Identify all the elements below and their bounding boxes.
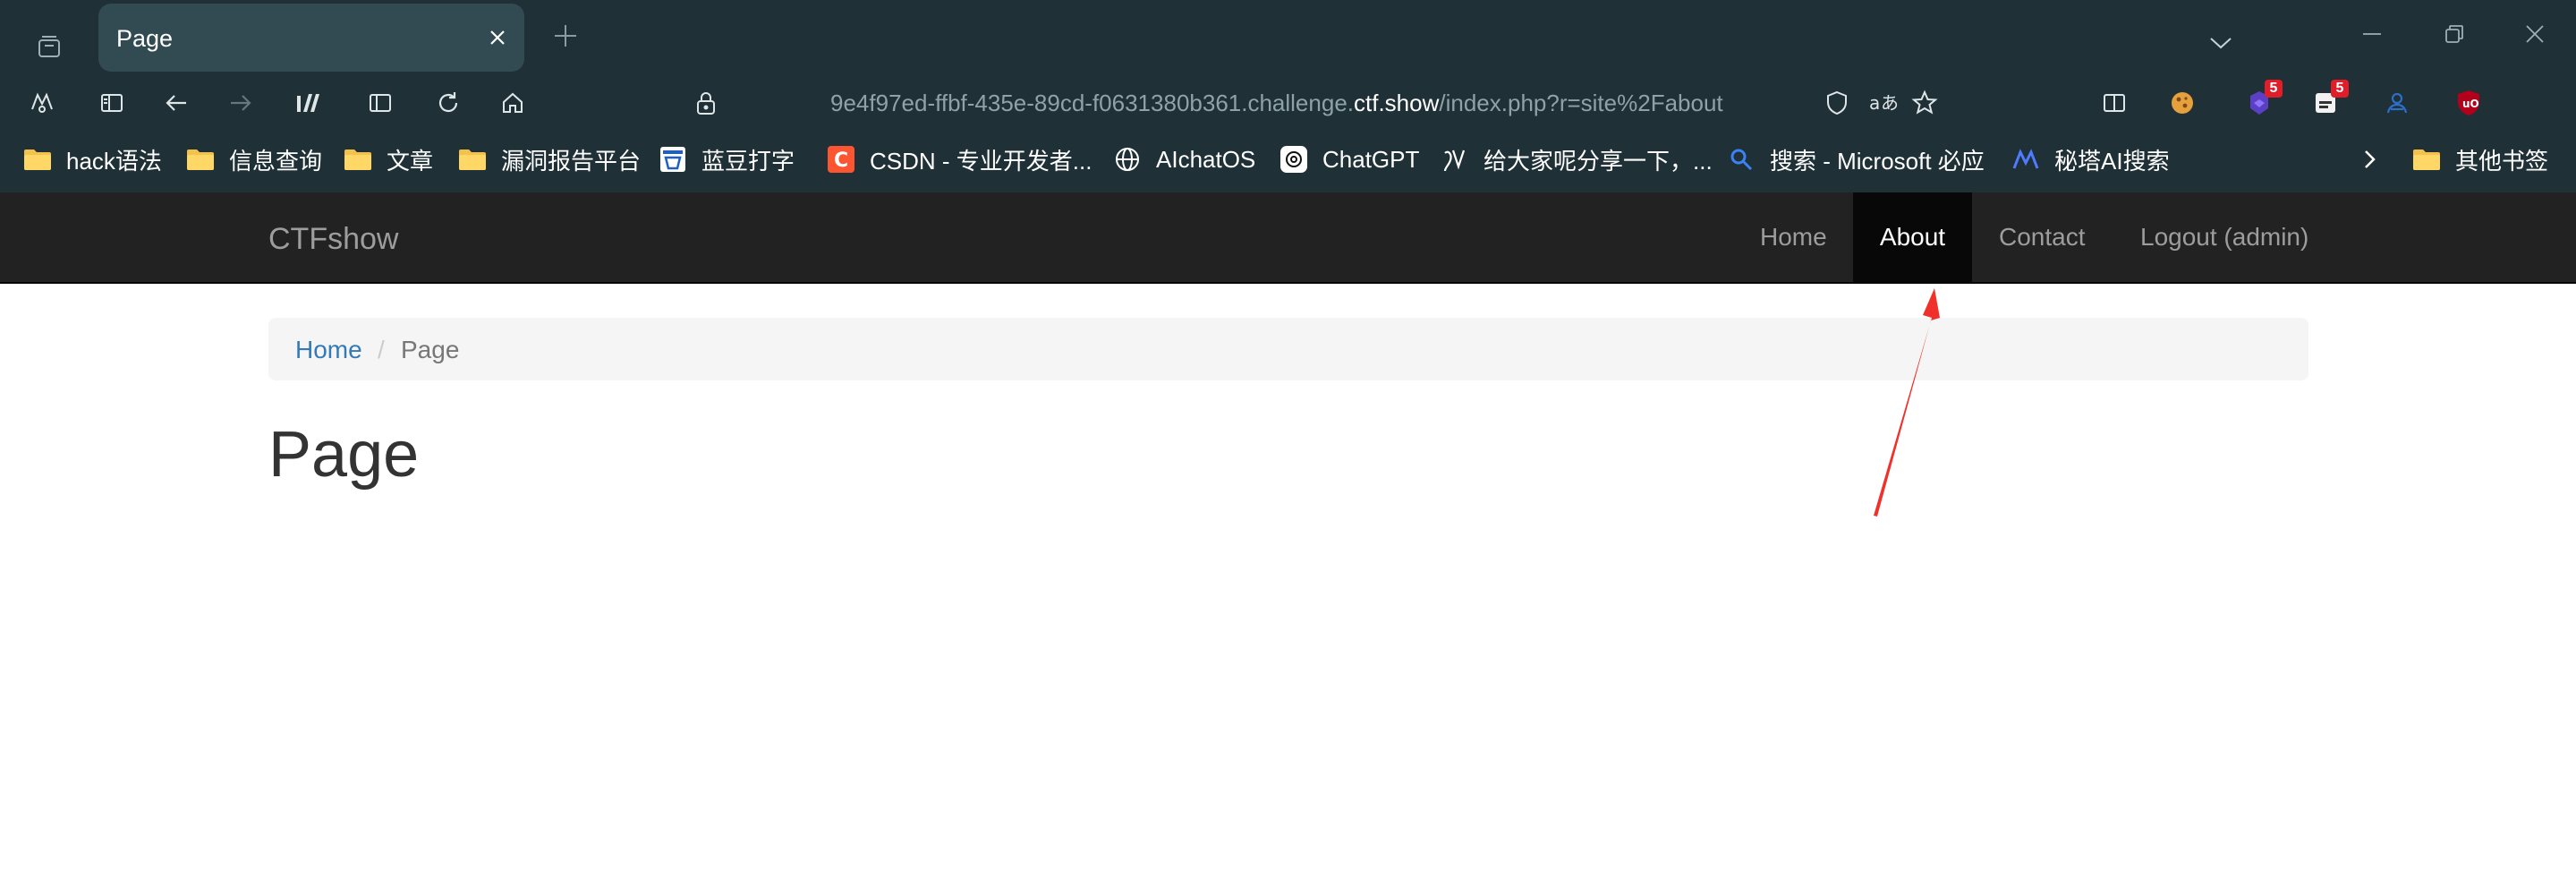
folder-icon — [2410, 143, 2443, 175]
bookmark-label: CSDN - 专业开发者... — [870, 147, 1092, 175]
restore-icon[interactable] — [2439, 18, 2470, 50]
site-navbar: CTFshow Home About Contact Logout (admin… — [0, 192, 2576, 284]
close-tab-icon[interactable] — [483, 23, 512, 52]
bookmark-label: 文章 — [387, 147, 434, 175]
bookmark-lanbo[interactable]: 蓝豆打字 — [657, 140, 795, 179]
svg-text:C: C — [834, 149, 848, 172]
bookmark-share[interactable]: 给大家呢分享一下，... — [1439, 140, 1713, 179]
bookmarks-bar: hack语法 信息查询 文章 漏洞报告平台 蓝豆打字 C CSDN - 专业开发… — [0, 131, 2576, 188]
refresh-icon[interactable] — [428, 82, 469, 124]
bookmark-csdn[interactable]: C CSDN - 专业开发者... — [825, 140, 1092, 179]
bookmark-bing[interactable]: 搜索 - Microsoft 必应 — [1725, 140, 1985, 179]
translate-icon[interactable]: aあ — [1863, 82, 1904, 124]
site-icon — [1439, 143, 1471, 175]
bookmark-folder[interactable]: 文章 — [342, 140, 433, 179]
chevron-down-icon[interactable] — [2205, 25, 2237, 61]
toolbar: 9e4f97ed-ffbf-435e-89cd-f0631380b361.cha… — [0, 75, 2576, 131]
csdn-icon: C — [825, 143, 857, 175]
minimize-icon[interactable] — [2357, 18, 2387, 50]
ublock-origin-icon[interactable]: uO — [2448, 82, 2489, 124]
vertical-tabs-icon[interactable] — [360, 82, 401, 124]
globe-icon — [1111, 143, 1143, 175]
sidebar-icon[interactable] — [91, 82, 132, 124]
nav-contact[interactable]: Contact — [1999, 192, 2086, 282]
breadcrumb-current: Page — [401, 336, 460, 363]
tab-active[interactable]: Page — [98, 4, 524, 72]
new-tab-icon[interactable] — [549, 18, 582, 54]
extension-badge-purple-icon[interactable]: 5 — [2239, 80, 2283, 124]
url-domain: ctf.show — [1354, 90, 1440, 116]
svg-text:uO: uO — [2462, 98, 2479, 110]
favorite-star-icon[interactable] — [1904, 82, 1945, 124]
chatgpt-icon — [1278, 143, 1310, 175]
extension-badge-count: 5 — [2331, 80, 2349, 98]
bookmark-metaso[interactable]: 秘塔AI搜索 — [2010, 140, 2170, 179]
url-prefix: 9e4f97ed-ffbf-435e-89cd-f0631380b361.cha… — [830, 90, 1354, 116]
svg-text:a: a — [1869, 92, 1880, 114]
bookmark-folder[interactable]: hack语法 — [21, 140, 162, 179]
site-brand[interactable]: CTFshow — [268, 222, 398, 257]
bookmarks-overflow[interactable] — [2353, 140, 2385, 179]
breadcrumb: Home / Page — [268, 318, 2308, 380]
home-icon[interactable] — [492, 82, 533, 124]
bookmark-label: 给大家呢分享一下，... — [1484, 147, 1713, 175]
other-bookmarks[interactable]: 其他书签 — [2410, 140, 2548, 179]
bing-search-icon — [1725, 143, 1757, 175]
bookmark-chatgpt[interactable]: ChatGPT — [1278, 140, 1419, 179]
bookmark-label: 搜索 - Microsoft 必应 — [1770, 147, 1985, 175]
extension-person-icon[interactable] — [2376, 82, 2418, 124]
bookmark-label: AIchatOS — [1156, 145, 1256, 173]
bookmark-label: 漏洞报告平台 — [501, 147, 642, 175]
forward-icon[interactable] — [220, 82, 261, 124]
folder-icon — [456, 143, 489, 175]
tab-actions-icon[interactable] — [29, 27, 70, 66]
address-bar[interactable]: 9e4f97ed-ffbf-435e-89cd-f0631380b361.cha… — [830, 90, 1723, 117]
page-title: Page — [268, 419, 420, 491]
split-screen-icon[interactable] — [2094, 82, 2135, 124]
collections-icon[interactable] — [288, 82, 329, 124]
bookmark-label: ChatGPT — [1322, 145, 1420, 173]
folder-icon — [184, 143, 217, 175]
tab-title: Page — [116, 25, 174, 52]
extension-cookie-icon[interactable] — [2162, 82, 2203, 124]
bookmark-label: hack语法 — [66, 147, 162, 175]
url-path: /index.php?r=site%2Fabout — [1439, 90, 1723, 116]
chevron-right-icon — [2353, 143, 2385, 175]
tracking-prevention-icon[interactable] — [1816, 82, 1858, 124]
browser-chrome: Page 9e4f97ed-ffbf-435e-89cd-f0631380b36… — [0, 0, 2576, 192]
copilot-icon[interactable] — [21, 82, 63, 124]
bookmark-label: 秘塔AI搜索 — [2054, 147, 2170, 175]
bookmark-label: 蓝豆打字 — [701, 147, 795, 175]
close-window-icon[interactable] — [2520, 18, 2550, 50]
bookmark-folder[interactable]: 漏洞报告平台 — [456, 140, 641, 179]
bookmark-aichatos[interactable]: AIchatOS — [1111, 140, 1255, 179]
lanbo-site-icon — [657, 143, 689, 175]
back-icon[interactable] — [156, 82, 197, 124]
bookmark-label: 信息查询 — [229, 147, 323, 175]
lock-icon[interactable] — [685, 82, 727, 124]
metaso-icon — [2010, 143, 2042, 175]
breadcrumb-separator: / — [378, 336, 385, 363]
extension-badge-red-icon[interactable]: 5 — [2305, 80, 2349, 124]
folder-icon — [21, 143, 54, 175]
folder-icon — [342, 143, 374, 175]
extension-badge-count: 5 — [2265, 80, 2283, 98]
nav-logout[interactable]: Logout (admin) — [2140, 192, 2308, 282]
bookmark-label: 其他书签 — [2455, 147, 2549, 175]
svg-text:あ: あ — [1881, 92, 1898, 114]
web-page: CTFshow Home About Contact Logout (admin… — [0, 192, 2576, 871]
nav-about[interactable]: About — [1853, 192, 1972, 282]
breadcrumb-home-link[interactable]: Home — [295, 336, 362, 364]
bookmark-folder[interactable]: 信息查询 — [184, 140, 322, 179]
nav-home[interactable]: Home — [1759, 192, 1828, 282]
tab-bar: Page — [0, 0, 2576, 75]
